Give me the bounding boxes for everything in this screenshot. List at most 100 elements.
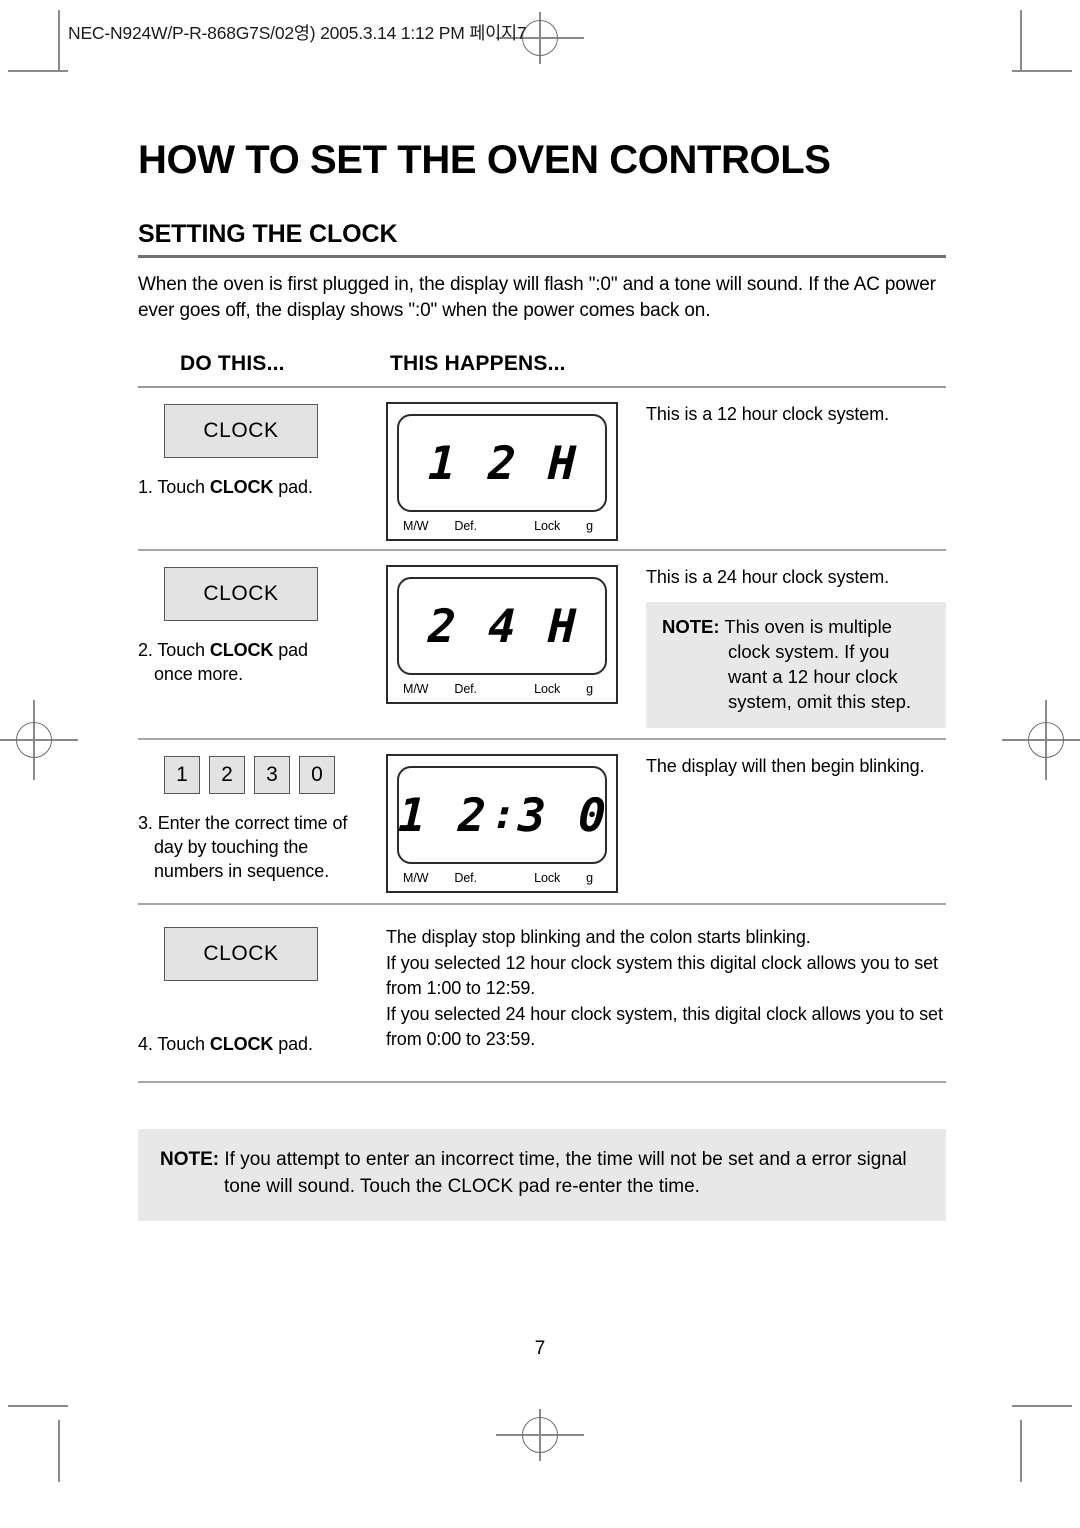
lcd-label-g: g [586,871,593,886]
step-4-result-cell: The display stop blinking and the colon … [386,905,946,1053]
step-4-instruction: 4. Touch CLOCK pad. [138,1033,386,1057]
row-divider [138,1080,946,1083]
note-line-1: This oven is multiple [724,615,892,637]
lcd-label-mw: M/W [403,871,429,886]
step-4-result-line-1: The display stop blinking and the colon … [386,927,811,948]
section-title-rule [138,255,946,258]
lcd-label-mw: M/W [403,519,429,534]
lcd-digits: 2 4 H [422,599,582,654]
step-1-text-post: pad. [273,477,313,498]
step-1-display-cell: 1 2 H M/W Def. Lock g [386,388,628,542]
note-box-clock-system: NOTE: This oven is multiple clock system… [646,601,946,729]
step-2-display-cell: 2 4 H M/W Def. Lock g [386,551,628,705]
lcd-label-mw: M/W [403,682,429,697]
lcd-digits: 1 2 : 3 0 [392,788,612,843]
step-1-result-text: This is a 12 hour clock system. [646,404,889,425]
step-3-result-cell: The display will then begin blinking. [628,740,946,778]
step-1-text-bold: CLOCK [209,477,274,498]
step-3-text-line1: Enter the correct time of [157,813,348,834]
bottom-note-line-1: If you attempt to enter an incorrect tim… [224,1148,907,1170]
lcd-label-g: g [586,519,593,534]
step-4-text-pre: Touch [157,1034,210,1055]
lcd-digit: H [547,599,577,654]
step-2-do-cell: CLOCK 2. Touch CLOCK pad once more. [138,551,386,687]
number-pad-1[interactable]: 1 [164,756,200,795]
step-2-text-line2: once more. [154,664,244,685]
lcd-digit: 2 [457,788,487,843]
step-4-do-cell: CLOCK 4. Touch CLOCK pad. [138,905,386,1057]
step-2-number: 2. [138,640,153,661]
number-pad-0[interactable]: 0 [299,756,335,795]
step-3-number: 3. [138,813,153,834]
step-1-do-cell: CLOCK 1. Touch CLOCK pad. [138,388,386,500]
note-line-2: clock system. If you [728,640,890,662]
page-title: HOW TO SET THE OVEN CONTROLS [138,138,831,182]
bottom-note-label: NOTE: [160,1148,220,1170]
note-box-incorrect-time: NOTE: If you attempt to enter an incorre… [138,1128,946,1221]
step-3-instruction: 3. Enter the correct time of day by touc… [138,812,386,883]
clock-pad-button[interactable]: CLOCK [164,927,318,982]
step-2-instruction: 2. Touch CLOCK pad once more. [138,639,386,687]
lcd-panel: 1 2 : 3 0 M/W Def. Lock g [386,754,618,894]
lcd-digit: 1 [427,436,457,491]
document-page: HOW TO SET THE OVEN CONTROLS SETTING THE… [0,0,1080,1528]
step-3-text-line3: numbers in sequence. [154,860,330,881]
lcd-indicator-labels: M/W Def. Lock g [397,682,607,696]
step-4-result-line-3: from 1:00 to 12:59. [386,978,536,999]
lcd-label-g: g [586,682,593,697]
lcd-screen: 1 2 H [397,414,607,513]
step-2-result-text: This is a 24 hour clock system. [646,567,889,588]
step-1-instruction: 1. Touch CLOCK pad. [138,476,386,500]
table-row: CLOCK 2. Touch CLOCK pad once more. 2 4 … [138,551,946,729]
step-1-number: 1. [138,477,153,498]
lcd-digit: 2 [427,599,457,654]
step-1-result-cell: This is a 12 hour clock system. [628,388,946,426]
lcd-digit: 4 [487,599,517,654]
lcd-panel: 2 4 H M/W Def. Lock g [386,565,618,705]
lcd-label-lock: Lock [534,871,561,886]
step-4-text-post: pad. [273,1034,313,1055]
table-row: 1 2 3 0 3. Enter the correct time of day… [138,740,946,894]
page-content: HOW TO SET THE OVEN CONTROLS SETTING THE… [138,140,946,1221]
bottom-note-line-2: tone will sound. Touch the CLOCK pad re-… [224,1175,700,1197]
lcd-label-def: Def. [454,871,477,886]
table-row: CLOCK 1. Touch CLOCK pad. 1 2 H M/W Def.… [138,388,946,542]
note-box-text: NOTE: This oven is multiple clock system… [662,614,930,715]
note-line-3: want a 12 hour clock [728,665,898,687]
step-2-text-bold: CLOCK [209,640,274,661]
step-3-display-cell: 1 2 : 3 0 M/W Def. Lock g [386,740,628,894]
step-3-text-line2: day by touching the [154,836,309,857]
lcd-screen: 2 4 H [397,577,607,676]
step-2-result-cell: This is a 24 hour clock system. NOTE: Th… [628,551,946,729]
lcd-digit: 3 [517,788,547,843]
table-row: CLOCK 4. Touch CLOCK pad. The display st… [138,905,946,1057]
clock-pad-button[interactable]: CLOCK [164,404,318,459]
lcd-colon: : [491,792,517,839]
note-line-4: system, omit this step. [728,691,911,713]
lcd-digit: 2 [487,436,517,491]
step-2-text-post: pad [273,640,308,661]
clock-pad-button[interactable]: CLOCK [164,567,318,622]
step-4-number: 4. [138,1034,153,1055]
number-pad-group: 1 2 3 0 [164,756,386,795]
intro-paragraph: When the oven is first plugged in, the d… [138,274,936,322]
step-4-result-text: The display stop blinking and the colon … [386,925,946,1053]
lcd-screen: 1 2 : 3 0 [397,766,607,865]
lcd-digits: 1 2 H [422,436,582,491]
page-number: 7 [534,1338,546,1359]
lcd-indicator-labels: M/W Def. Lock g [397,519,607,533]
number-pad-2[interactable]: 2 [209,756,245,795]
lcd-label-lock: Lock [534,682,561,697]
column-headers: DO THIS... THIS HAPPENS... [138,352,946,380]
number-pad-3[interactable]: 3 [254,756,290,795]
step-3-do-cell: 1 2 3 0 3. Enter the correct time of day… [138,740,386,883]
note-label: NOTE: [662,615,720,637]
lcd-digit: H [547,436,577,491]
step-4-result-line-4: If you selected 24 hour clock system, th… [386,1003,943,1024]
column-header-this-happens: THIS HAPPENS... [390,352,566,376]
step-4-text-bold: CLOCK [209,1034,274,1055]
steps-table: CLOCK 1. Touch CLOCK pad. 1 2 H M/W Def.… [138,388,946,1083]
lcd-label-lock: Lock [534,519,561,534]
step-2-text-pre: Touch [157,640,210,661]
step-4-result-line-2: If you selected 12 hour clock system thi… [386,952,938,973]
